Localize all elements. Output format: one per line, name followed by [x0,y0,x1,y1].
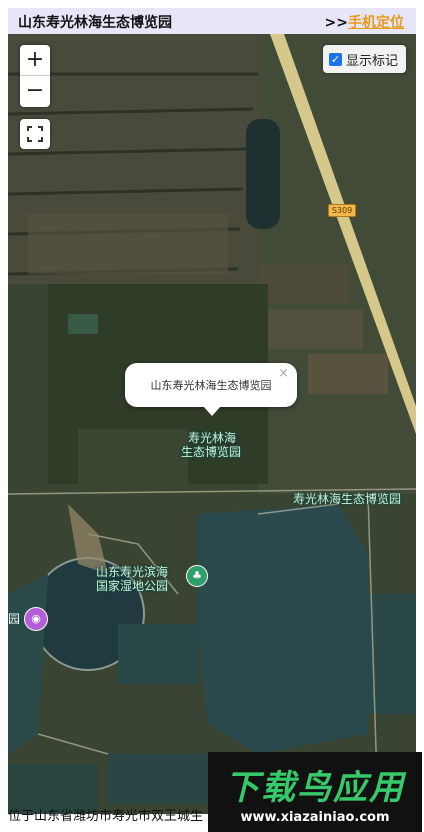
popup-close-button[interactable]: × [278,366,289,381]
mobile-locate-link[interactable]: 手机定位 [348,15,404,31]
show-markers-toggle[interactable]: ✓ 显示标记 [322,45,406,73]
fullscreen-button[interactable] [20,119,50,149]
map-label-park-line2: 生态博览园 [181,445,242,459]
watermark-logo: 下载鸟应用 [225,768,405,808]
zoom-in-button[interactable]: + [20,45,50,75]
locate-prefix: >> [324,15,348,31]
popup-tail [203,406,221,416]
watermark-url: www.xiazainiao.com [240,810,390,825]
popup-text: 山东寿光林海生态博览园 [150,379,272,392]
map-label-park-line1: 寿光林海 [188,431,237,445]
checkbox-checked-icon[interactable]: ✓ [328,52,342,66]
map-label-left-edge: 园 [8,612,21,626]
page-title: 山东寿光林海生态博览园 [18,15,172,31]
zoom-out-button[interactable]: − [20,76,50,106]
satellite-imagery [8,34,416,814]
fullscreen-icon [27,126,43,142]
road-shield-s309: S309 [328,204,356,217]
map-view[interactable]: + − ✓ 显示标记 S309 山东寿光林海生态博览园 × 寿光林海 生态博览园… [8,34,416,814]
locate-link-group: >>手机定位 [325,12,404,32]
map-label-wetland-line1: 山东寿光滨海 [96,565,169,579]
show-markers-label: 显示标记 [345,53,398,69]
map-label-park-right: 寿光林海生态博览园 [293,492,402,506]
info-popup: 山东寿光林海生态博览园 × [125,363,297,416]
zoom-control: + − [20,45,50,107]
park-tree-icon[interactable]: ♣ [186,565,208,587]
description-text: 位于山东省潍坊市寿光市双王城生 [8,809,204,824]
camera-pin-icon[interactable]: ◉ [24,607,48,631]
watermark-banner: 下载鸟应用 www.xiazainiao.com [208,752,422,832]
header-bar: 山东寿光林海生态博览园 >>手机定位 [8,8,416,34]
map-label-wetland-line2: 国家湿地公园 [96,579,169,593]
